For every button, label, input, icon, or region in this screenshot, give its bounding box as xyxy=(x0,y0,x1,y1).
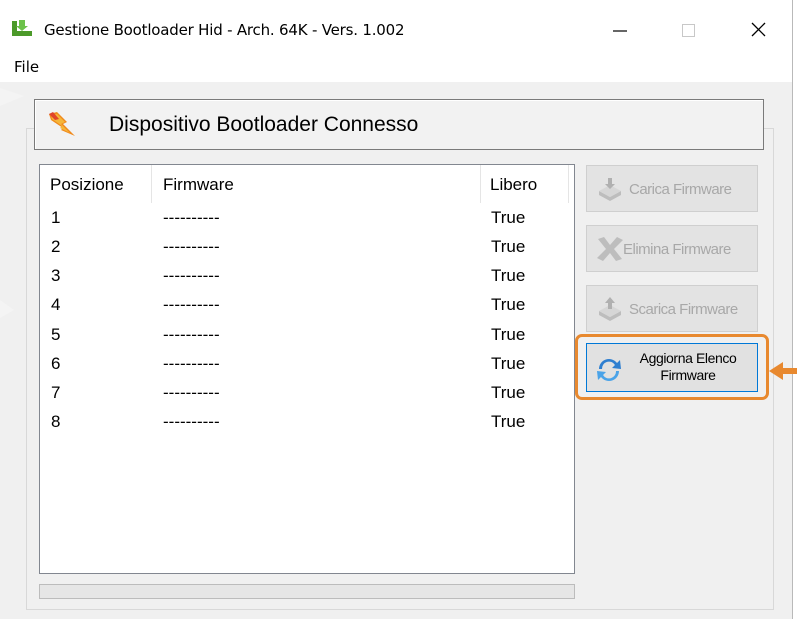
cell-position: 2 xyxy=(51,237,61,256)
cell-position: 4 xyxy=(51,295,61,314)
column-separator[interactable] xyxy=(480,165,481,203)
cell-position: 5 xyxy=(51,325,61,344)
callout-arrow-icon xyxy=(769,362,797,380)
cell-position: 1 xyxy=(51,208,61,227)
cell-position: 6 xyxy=(51,354,61,373)
download-firmware-icon xyxy=(599,297,621,321)
window-title: Gestione Bootloader Hid - Arch. 64K - Ve… xyxy=(44,21,405,39)
cell-firmware: ---------- xyxy=(163,295,220,314)
cell-free: True xyxy=(491,237,526,256)
progress-bar xyxy=(39,584,575,599)
delete-x-icon xyxy=(597,237,623,261)
title-bar[interactable]: Gestione Bootloader Hid - Arch. 64K - Ve… xyxy=(0,0,792,50)
cell-firmware: ---------- xyxy=(163,325,220,344)
highlight-frame xyxy=(575,334,769,400)
cell-free: True xyxy=(491,383,526,402)
download-firmware-button[interactable]: Scarica Firmware xyxy=(586,285,758,332)
cell-firmware: ---------- xyxy=(163,208,220,227)
device-connected-icon xyxy=(49,112,75,136)
cell-firmware: ---------- xyxy=(163,266,220,285)
cell-position: 7 xyxy=(51,383,61,402)
delete-firmware-button[interactable]: Elimina Firmware xyxy=(586,225,758,272)
close-icon[interactable] xyxy=(735,10,781,48)
cell-firmware: ---------- xyxy=(163,237,220,256)
cell-firmware: ---------- xyxy=(163,412,220,431)
column-separator[interactable] xyxy=(151,165,152,203)
cell-position: 3 xyxy=(51,266,61,285)
column-header-position[interactable]: Posizione xyxy=(50,175,124,195)
firmware-list[interactable]: Posizione Firmware Libero 1 ---------- T… xyxy=(39,164,575,574)
cell-position: 8 xyxy=(51,412,61,431)
menu-bar: File xyxy=(0,50,792,82)
column-separator[interactable] xyxy=(568,165,569,203)
cell-firmware: ---------- xyxy=(163,383,220,402)
minimize-icon[interactable] xyxy=(596,10,642,48)
column-header-free[interactable]: Libero xyxy=(490,175,537,195)
column-header-firmware[interactable]: Firmware xyxy=(163,175,234,195)
load-firmware-label: Carica Firmware xyxy=(629,181,732,198)
cell-free: True xyxy=(491,266,526,285)
maximize-icon[interactable] xyxy=(665,10,711,48)
banner-title: Dispositivo Bootloader Connesso xyxy=(109,113,419,136)
cell-free: True xyxy=(491,208,526,227)
cell-firmware: ---------- xyxy=(163,354,220,373)
cell-free: True xyxy=(491,412,526,431)
download-firmware-label: Scarica Firmware xyxy=(629,301,738,318)
page-curl-decoration xyxy=(0,88,24,318)
cell-free: True xyxy=(491,354,526,373)
upload-firmware-icon xyxy=(599,178,621,201)
delete-firmware-label: Elimina Firmware xyxy=(623,241,731,258)
connection-status-banner: Dispositivo Bootloader Connesso xyxy=(34,99,764,150)
load-firmware-button[interactable]: Carica Firmware xyxy=(586,165,758,212)
app-window: Gestione Bootloader Hid - Arch. 64K - Ve… xyxy=(0,0,793,619)
cell-free: True xyxy=(491,325,526,344)
cell-free: True xyxy=(491,295,526,314)
